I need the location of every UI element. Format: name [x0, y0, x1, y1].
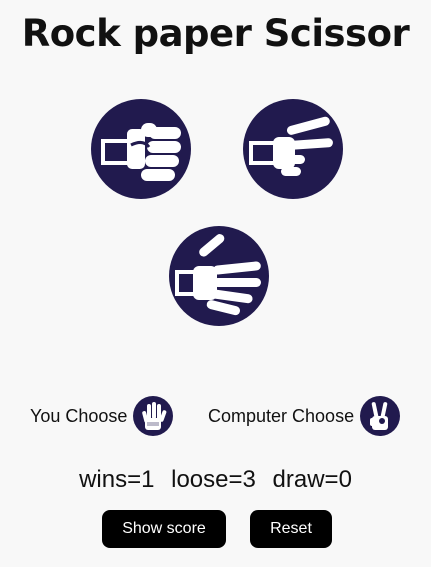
peace-hand-icon [249, 116, 333, 176]
draw-count: draw=0 [272, 466, 352, 493]
computer-choice-icon [360, 396, 401, 436]
computer-choice-label: Computer Choose [208, 405, 355, 426]
fist-icon [101, 123, 181, 181]
user-choice-display: You Choose [30, 396, 174, 436]
score-display: wins=1 loose=3 draw=0 [0, 466, 431, 494]
wins-count: wins=1 [79, 466, 155, 493]
peace-hand-icon [370, 402, 389, 430]
reset-button[interactable]: Reset [250, 510, 332, 548]
rock-choice-button[interactable] [91, 99, 191, 199]
user-choice-icon [133, 396, 174, 436]
user-choice-label: You Choose [30, 405, 128, 426]
scissors-choice-button[interactable] [243, 99, 343, 199]
open-hand-icon [142, 402, 167, 430]
open-hand-icon [175, 234, 261, 316]
show-score-button[interactable]: Show score [102, 510, 226, 548]
computer-choice-display: Computer Choose [208, 396, 401, 436]
page-title: Rock paper Scissor [21, 12, 410, 55]
loose-count: loose=3 [171, 466, 256, 493]
paper-choice-button[interactable] [169, 226, 269, 326]
